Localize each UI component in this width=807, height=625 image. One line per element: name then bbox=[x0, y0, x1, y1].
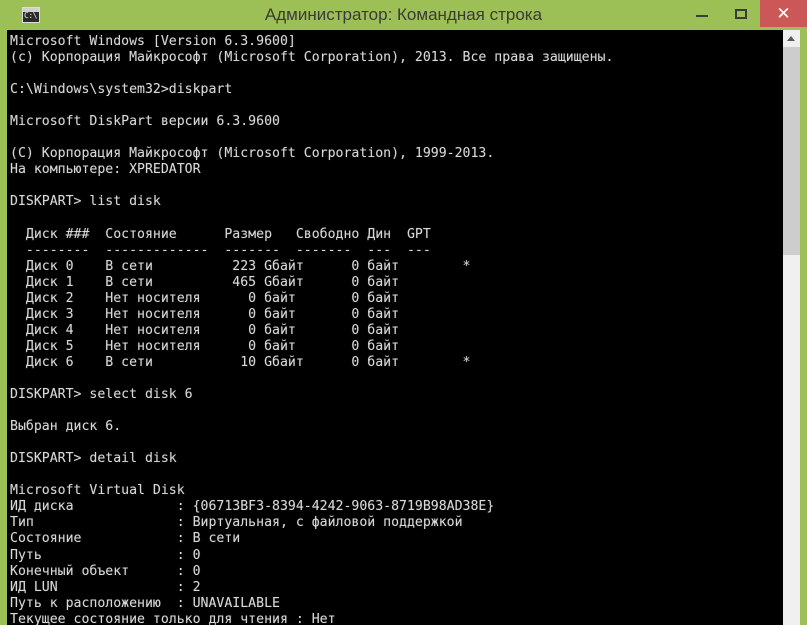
icon-prompt-text: C:\ bbox=[24, 11, 37, 20]
vertical-scrollbar[interactable] bbox=[783, 30, 800, 625]
console-text: Microsoft Windows [Version 6.3.9600] (c)… bbox=[10, 34, 614, 625]
minimize-button[interactable] bbox=[682, 0, 722, 26]
scrollbar-track[interactable] bbox=[783, 255, 800, 625]
close-icon: ✕ bbox=[776, 4, 791, 23]
window-client-area: Microsoft Windows [Version 6.3.9600] (c)… bbox=[7, 30, 800, 625]
minimize-icon bbox=[696, 15, 708, 17]
maximize-button[interactable] bbox=[722, 0, 760, 26]
close-button[interactable]: ✕ bbox=[760, 0, 807, 27]
command-prompt-window: C:\ Администратор: Командная строка ✕ Mi… bbox=[0, 0, 807, 625]
maximize-icon bbox=[735, 9, 747, 19]
scroll-up-button[interactable] bbox=[783, 30, 800, 47]
scrollbar-thumb[interactable] bbox=[783, 47, 800, 255]
command-prompt-icon[interactable]: C:\ bbox=[22, 7, 40, 23]
window-titlebar[interactable]: C:\ Администратор: Командная строка ✕ bbox=[0, 0, 807, 30]
console-output-area[interactable]: Microsoft Windows [Version 6.3.9600] (c)… bbox=[7, 30, 777, 625]
chevron-up-icon bbox=[787, 36, 795, 41]
